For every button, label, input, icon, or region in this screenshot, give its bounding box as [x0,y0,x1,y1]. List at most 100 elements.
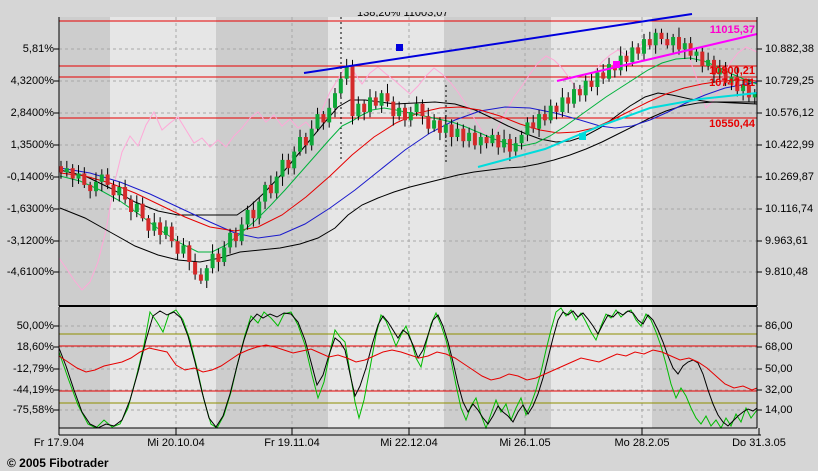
candlestick [216,253,221,262]
candlestick [163,226,168,235]
candlestick [700,51,705,67]
candlestick [519,134,524,144]
chart-canvas[interactable] [0,0,818,471]
candlestick [507,139,512,152]
candlestick [210,253,215,269]
candlestick [484,137,489,144]
candlestick [630,47,635,62]
candlestick [356,103,361,117]
candlestick [723,68,728,83]
candlestick [204,268,209,281]
candlestick [642,39,646,54]
candlestick [350,66,355,117]
candlestick [572,89,576,104]
candlestick [525,122,530,135]
candlestick [391,101,396,117]
candlestick [82,173,87,185]
candlestick [636,47,641,54]
candlestick [432,120,437,129]
candlestick [321,114,326,123]
candlestick [659,32,664,39]
candlestick [624,55,629,62]
candlestick [577,89,582,96]
candlestick [169,226,174,242]
candlestick [420,103,425,117]
candlestick [222,247,227,262]
candlestick [111,184,116,196]
fibotrader-chart-window: 138,20% 11003,07100,00% 10831,9276,40% 1… [0,0,818,471]
candlestick [327,107,332,123]
candlestick [478,137,483,146]
candlestick [461,128,466,142]
candlestick [362,103,367,112]
month-band [652,17,757,306]
candlestick [309,128,314,146]
candlestick [251,209,256,219]
candlestick [712,59,716,75]
candlestick [583,80,588,96]
candlestick [542,114,547,121]
month-band [110,17,216,306]
candlestick [496,134,501,148]
candlestick [443,124,448,133]
magenta-trendline-handle[interactable] [613,61,620,68]
candlestick [414,103,419,112]
candlestick [403,107,407,121]
candlestick [502,139,507,148]
candlestick [706,59,711,67]
candlestick [105,174,110,185]
candlestick [338,78,343,94]
candlestick [233,232,238,242]
candlestick [548,105,553,121]
candlestick [677,37,681,50]
candlestick [490,134,495,144]
candlestick [274,176,279,194]
candlestick [228,232,233,248]
candlestick [263,184,268,202]
candlestick [198,274,203,281]
candlestick [408,112,413,121]
candlestick [280,159,285,177]
candlestick [397,107,402,117]
candlestick [193,262,198,275]
candlestick [292,151,297,169]
candlestick [449,124,454,137]
candlestick [123,187,128,200]
candlestick [671,37,676,46]
candlestick [129,199,133,212]
candlestick [94,181,98,192]
candlestick [303,137,308,146]
candlestick [665,39,670,46]
candlestick [187,245,192,262]
candlestick [601,72,606,79]
candlestick [70,168,75,179]
candlestick [426,116,431,129]
candlestick [472,132,477,146]
candlestick [152,222,157,231]
candlestick [595,72,600,87]
candlestick [746,84,751,98]
candlestick [181,245,186,254]
candlestick [437,120,442,133]
candlestick [647,39,652,46]
candlestick [537,114,542,129]
blue-trendline-handle[interactable] [396,44,403,51]
candlestick [560,97,565,112]
candlestick [175,241,180,254]
candlestick [607,64,611,79]
candlestick [298,137,302,152]
candlestick [373,97,378,106]
candlestick [653,32,658,46]
cyan-trendline-handle[interactable] [579,133,586,140]
candlestick [245,209,250,225]
candlestick [333,93,337,108]
candlestick [315,114,320,129]
candlestick [531,122,536,129]
candlestick [368,97,372,112]
month-band [551,17,652,306]
month-band [216,17,328,306]
candlestick [239,224,244,242]
candlestick [88,184,93,192]
candlestick [286,159,291,169]
candlestick [513,143,518,152]
